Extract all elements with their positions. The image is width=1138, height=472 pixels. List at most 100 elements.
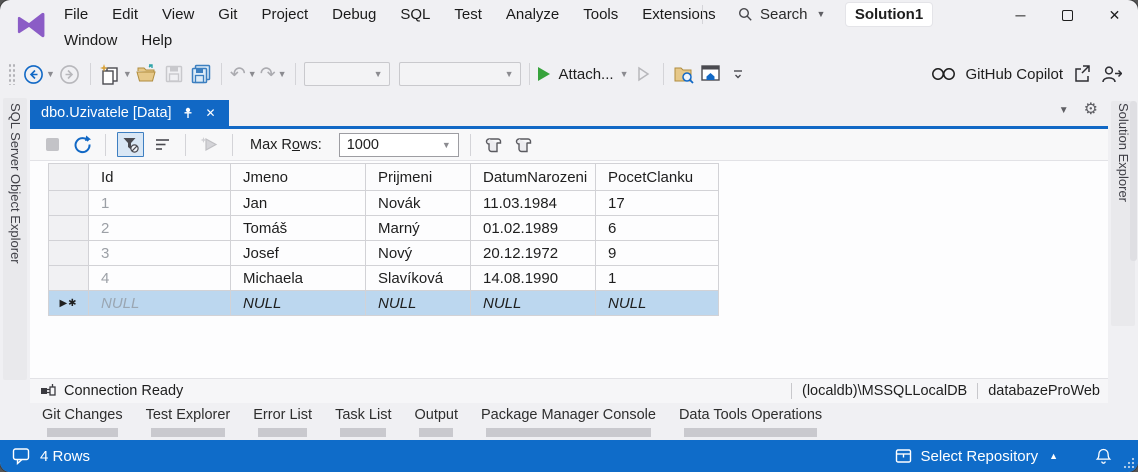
github-copilot-icon[interactable] (931, 66, 956, 82)
send-feedback-icon[interactable] (1101, 65, 1122, 83)
cell-prijmeni[interactable]: Marný (365, 215, 471, 241)
cell-pocetclanku[interactable]: 6 (595, 215, 719, 241)
menu-sql[interactable]: SQL (388, 6, 442, 23)
column-header-datumnarozeni[interactable]: DatumNarozeni (470, 163, 596, 191)
tab-error-list[interactable]: Error List (253, 403, 312, 440)
cell-pocetclanku[interactable]: 17 (595, 190, 719, 216)
copilot-label[interactable]: GitHub Copilot (965, 66, 1063, 83)
stop-query-button[interactable] (40, 132, 64, 158)
cell-datumnarozeni[interactable]: 11.03.1984 (470, 190, 596, 216)
menu-debug[interactable]: Debug (320, 6, 388, 23)
cell-datumnarozeni[interactable]: 14.08.1990 (470, 265, 596, 291)
menu-project[interactable]: Project (249, 6, 320, 23)
toolbar-grip[interactable] (8, 63, 16, 85)
configuration-combobox[interactable]: ▼ (303, 62, 390, 86)
browser-home-button[interactable] (699, 61, 723, 87)
solution-name-badge[interactable]: Solution1 (845, 2, 933, 27)
cell-datumnarozeni[interactable]: 20.12.1972 (470, 240, 596, 266)
save-all-button[interactable] (189, 61, 213, 87)
minimize-button[interactable]: ─ (997, 0, 1044, 30)
cell-id-null[interactable]: NULL (88, 290, 231, 316)
tab-close-icon[interactable]: ✕ (204, 106, 218, 120)
grid-corner-cell[interactable] (48, 163, 89, 191)
undo-button[interactable]: ↶ ▼ (230, 61, 257, 87)
new-item-button[interactable]: ▼ (99, 61, 132, 87)
row-header[interactable] (48, 190, 89, 216)
sort-button[interactable] (150, 132, 174, 158)
cell-id[interactable]: 1 (88, 190, 231, 216)
cell-jmeno-null[interactable]: NULL (230, 290, 366, 316)
solution-explorer-tab[interactable]: Solution Explorer (1116, 93, 1131, 202)
menu-tools[interactable]: Tools (571, 6, 630, 23)
start-without-debugging-button[interactable] (631, 61, 655, 87)
column-header-prijmeni[interactable]: Prijmeni (365, 163, 471, 191)
cell-datumnarozeni[interactable]: 01.02.1989 (470, 215, 596, 241)
tab-data-tools-operations[interactable]: Data Tools Operations (679, 403, 822, 440)
database-name[interactable]: databazeProWeb (988, 383, 1100, 399)
server-name[interactable]: (localdb)\MSSQLLocalDB (802, 383, 967, 399)
column-header-pocetclanku[interactable]: PocetClanku (595, 163, 719, 191)
cell-id[interactable]: 2 (88, 215, 231, 241)
tab-git-changes[interactable]: Git Changes (42, 403, 123, 440)
attach-run-button[interactable]: Attach... ▼ (537, 61, 628, 87)
menu-analyze[interactable]: Analyze (494, 6, 571, 23)
save-button[interactable] (162, 61, 186, 87)
tab-test-explorer[interactable]: Test Explorer (146, 403, 230, 440)
cell-prijmeni[interactable]: Novák (365, 190, 471, 216)
cell-id[interactable]: 4 (88, 265, 231, 291)
maximize-button[interactable] (1044, 0, 1091, 30)
resize-grip[interactable] (1123, 457, 1135, 469)
menu-edit[interactable]: Edit (100, 6, 150, 23)
cell-jmeno[interactable]: Michaela (230, 265, 366, 291)
cell-jmeno[interactable]: Tomáš (230, 215, 366, 241)
max-rows-combobox[interactable]: 1000 ▼ (338, 132, 459, 157)
tab-dbo-uzivatele-data[interactable]: dbo.Uzivatele [Data] ✕ (30, 100, 229, 126)
toolbar-overflow-button[interactable] (726, 61, 750, 87)
refresh-button[interactable] (70, 132, 94, 158)
right-strip-scrollbar[interactable] (1130, 101, 1137, 261)
script-to-file-button[interactable] (512, 132, 536, 158)
tab-output[interactable]: Output (414, 403, 458, 440)
cell-jmeno[interactable]: Josef (230, 240, 366, 266)
row-header[interactable] (48, 265, 89, 291)
tab-task-list[interactable]: Task List (335, 403, 391, 440)
find-in-files-button[interactable] (672, 61, 696, 87)
share-icon[interactable] (1072, 65, 1092, 83)
menu-view[interactable]: View (150, 6, 206, 23)
menu-git[interactable]: Git (206, 6, 249, 23)
script-to-editor-button[interactable] (482, 132, 506, 158)
platform-combobox[interactable]: ▼ (398, 62, 521, 86)
tabstrip-gear-icon[interactable]: ⚙ (1084, 102, 1098, 118)
run-script-button[interactable] (197, 132, 221, 158)
cell-prijmeni[interactable]: Slavíková (365, 265, 471, 291)
cell-datumnarozeni-null[interactable]: NULL (470, 290, 596, 316)
menu-window[interactable]: Window (52, 32, 129, 49)
close-button[interactable]: ✕ (1091, 0, 1138, 30)
cell-prijmeni[interactable]: Nový (365, 240, 471, 266)
column-header-id[interactable]: Id (88, 163, 231, 191)
navigate-forward-button[interactable] (58, 61, 82, 87)
search-control[interactable]: Search ▼ (738, 0, 825, 28)
redo-button[interactable]: ↷ ▼ (260, 61, 287, 87)
pin-icon[interactable] (181, 106, 195, 120)
cell-pocetclanku[interactable]: 9 (595, 240, 719, 266)
cell-id[interactable]: 3 (88, 240, 231, 266)
column-header-jmeno[interactable]: Jmeno (230, 163, 366, 191)
menu-help[interactable]: Help (129, 32, 184, 49)
row-header[interactable] (48, 215, 89, 241)
cell-jmeno[interactable]: Jan (230, 190, 366, 216)
tab-package-manager-console[interactable]: Package Manager Console (481, 403, 656, 440)
menu-test[interactable]: Test (442, 6, 494, 23)
tab-list-chevron-icon[interactable]: ▼ (1059, 105, 1069, 116)
menu-file[interactable]: File (52, 6, 100, 23)
new-row-marker[interactable]: ▶✱ (48, 290, 89, 316)
repository-up-chevron-icon[interactable]: ▲ (1049, 451, 1058, 461)
cell-pocetclanku[interactable]: 1 (595, 265, 719, 291)
cell-pocetclanku-null[interactable]: NULL (595, 290, 719, 316)
open-file-button[interactable] (135, 61, 159, 87)
filter-toggle-button[interactable] (117, 132, 144, 157)
repository-icon[interactable] (895, 448, 912, 464)
sql-server-object-explorer-tab[interactable]: SQL Server Object Explorer (8, 93, 23, 264)
notifications-bell-icon[interactable] (1095, 448, 1112, 465)
select-repository-label[interactable]: Select Repository (921, 448, 1039, 465)
